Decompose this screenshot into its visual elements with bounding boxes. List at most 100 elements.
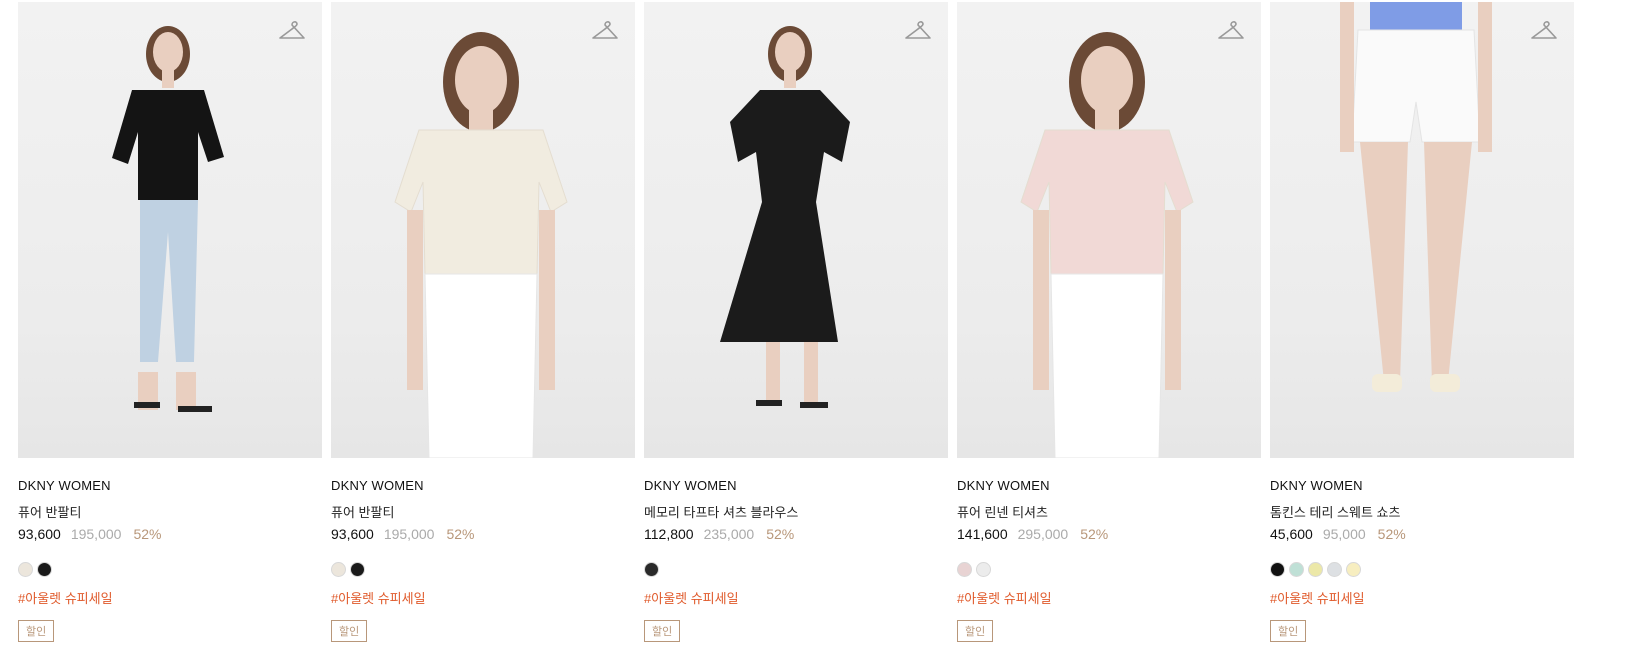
model-top — [1370, 2, 1462, 34]
discount-rate: 52% — [1377, 526, 1406, 542]
model-sandal — [1430, 374, 1460, 392]
model-shoe — [134, 402, 160, 408]
discount-badge: 할인 — [331, 620, 368, 642]
model-arm — [1340, 2, 1354, 152]
model-face — [775, 32, 805, 72]
color-swatches — [644, 562, 948, 578]
model-figure — [720, 26, 850, 408]
model-arm — [1478, 2, 1492, 152]
promo-hashtag[interactable]: #아울렛 슈피세일 — [957, 588, 1261, 606]
model-neck — [784, 70, 796, 88]
model-face — [455, 46, 507, 114]
product-image[interactable] — [331, 2, 635, 458]
promo-hashtag[interactable]: #아울렛 슈피세일 — [644, 588, 948, 606]
model-shorts — [1351, 29, 1481, 143]
model-dress — [720, 90, 850, 342]
original-price: 295,000 — [1017, 526, 1069, 542]
sale-price: 112,800 — [644, 526, 694, 542]
color-swatch[interactable] — [1327, 562, 1342, 577]
model-leg — [766, 342, 780, 402]
promo-hashtag[interactable]: #아울렛 슈피세일 — [331, 588, 635, 606]
model-leg — [1360, 142, 1408, 382]
model-shoe — [756, 400, 782, 406]
product-card[interactable]: DKNY WOMEN 퓨어 반팔티 93,600 195,000 52% #아울… — [18, 2, 322, 642]
color-swatch[interactable] — [1308, 562, 1323, 577]
discount-rate: 52% — [133, 526, 162, 542]
model-figure — [394, 32, 568, 458]
product-name[interactable]: 퓨어 반팔티 — [18, 502, 322, 520]
brand-name[interactable]: DKNY WOMEN — [18, 478, 322, 494]
color-swatch[interactable] — [957, 562, 972, 577]
model-leg — [804, 342, 818, 402]
product-name[interactable]: 퓨어 린넨 티셔츠 — [957, 502, 1261, 520]
model-arm — [1165, 210, 1181, 390]
model-face — [1081, 46, 1133, 114]
brand-name[interactable]: DKNY WOMEN — [644, 478, 948, 494]
hanger-icon[interactable] — [1530, 18, 1558, 44]
sale-price: 93,600 — [18, 526, 61, 542]
model-shoe — [178, 406, 212, 412]
color-swatch[interactable] — [1289, 562, 1304, 577]
product-card[interactable]: DKNY WOMEN 퓨어 반팔티 93,600 195,000 52% #아울… — [331, 2, 635, 642]
color-swatches — [18, 562, 322, 578]
sale-price: 45,600 — [1270, 526, 1313, 542]
color-swatch[interactable] — [331, 562, 346, 577]
product-name[interactable]: 톰킨스 테리 스웨트 쇼츠 — [1270, 502, 1574, 520]
color-swatches — [331, 562, 635, 578]
model-pants — [424, 273, 538, 458]
product-image[interactable] — [18, 2, 322, 458]
hanger-icon[interactable] — [904, 18, 932, 44]
discount-rate: 52% — [446, 526, 475, 542]
color-swatch[interactable] — [976, 562, 991, 577]
price-row: 45,600 95,000 52% — [1270, 526, 1574, 544]
model-leg — [1424, 142, 1472, 382]
discount-badge: 할인 — [18, 620, 55, 642]
original-price: 195,000 — [383, 526, 435, 542]
product-grid: DKNY WOMEN 퓨어 반팔티 93,600 195,000 52% #아울… — [0, 0, 1634, 648]
brand-name[interactable]: DKNY WOMEN — [331, 478, 635, 494]
original-price: 95,000 — [1322, 526, 1366, 542]
product-name[interactable]: 메모리 타프타 셔츠 블라우스 — [644, 502, 948, 520]
model-neck — [162, 70, 174, 88]
color-swatch[interactable] — [350, 562, 365, 577]
product-image[interactable] — [1270, 2, 1574, 458]
model-arm — [1033, 210, 1049, 390]
model-figure — [1020, 32, 1194, 458]
price-row: 112,800 235,000 52% — [644, 526, 948, 544]
discount-badge: 할인 — [644, 620, 681, 642]
color-swatch[interactable] — [1346, 562, 1361, 577]
product-card[interactable]: DKNY WOMEN 퓨어 린넨 티셔츠 141,600 295,000 52%… — [957, 2, 1261, 642]
model-arm — [539, 210, 555, 390]
model-shoe — [800, 402, 828, 408]
hanger-icon[interactable] — [1217, 18, 1245, 44]
color-swatch[interactable] — [18, 562, 33, 577]
product-name[interactable]: 퓨어 반팔티 — [331, 502, 635, 520]
model-arm — [407, 210, 423, 390]
original-price: 235,000 — [703, 526, 755, 542]
model-leg — [176, 372, 196, 410]
product-card[interactable]: DKNY WOMEN 톰킨스 테리 스웨트 쇼츠 45,600 95,000 5… — [1270, 2, 1574, 642]
color-swatch[interactable] — [37, 562, 52, 577]
color-swatch[interactable] — [1270, 562, 1285, 577]
hanger-icon[interactable] — [278, 18, 306, 44]
brand-name[interactable]: DKNY WOMEN — [1270, 478, 1574, 494]
brand-name[interactable]: DKNY WOMEN — [957, 478, 1261, 494]
product-image[interactable] — [644, 2, 948, 458]
model-figure — [1340, 2, 1492, 392]
promo-hashtag[interactable]: #아울렛 슈피세일 — [1270, 588, 1574, 606]
promo-hashtag[interactable]: #아울렛 슈피세일 — [18, 588, 322, 606]
discount-rate: 52% — [1080, 526, 1109, 542]
model-jeans — [140, 200, 198, 362]
sale-price: 93,600 — [331, 526, 374, 542]
price-row: 141,600 295,000 52% — [957, 526, 1261, 544]
color-swatch[interactable] — [644, 562, 659, 577]
price-row: 93,600 195,000 52% — [331, 526, 635, 544]
discount-badge: 할인 — [1270, 620, 1307, 642]
product-image[interactable] — [957, 2, 1261, 458]
color-swatches — [1270, 562, 1574, 578]
product-card[interactable]: DKNY WOMEN 메모리 타프타 셔츠 블라우스 112,800 235,0… — [644, 2, 948, 642]
discount-badge: 할인 — [957, 620, 994, 642]
model-pants — [1050, 273, 1164, 458]
model-figure — [112, 26, 224, 412]
hanger-icon[interactable] — [591, 18, 619, 44]
